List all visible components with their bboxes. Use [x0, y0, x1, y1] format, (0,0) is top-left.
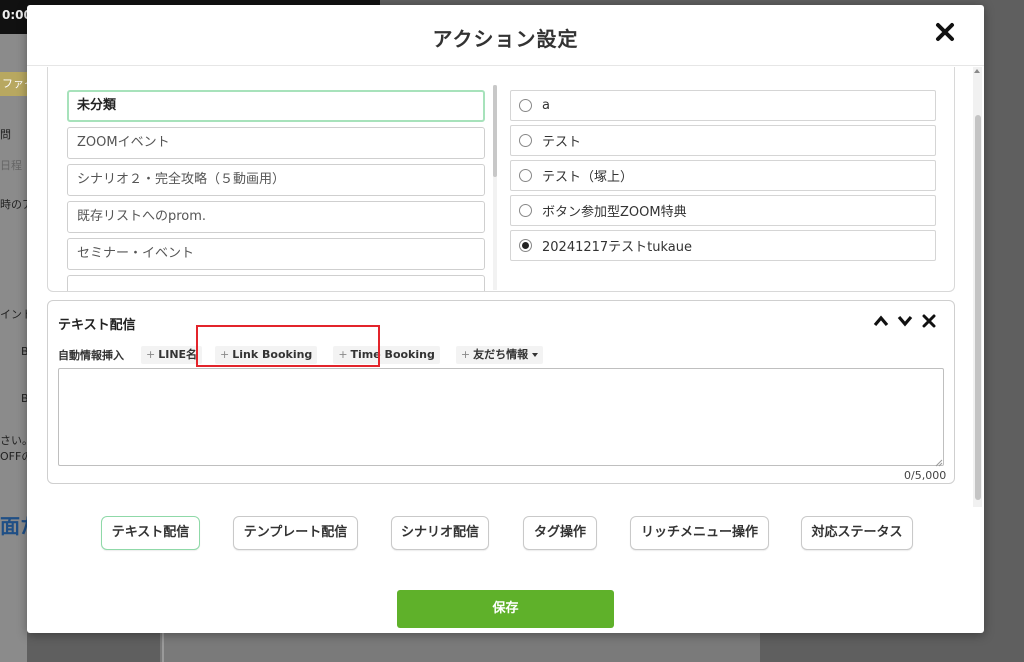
- tag-operation-button[interactable]: タグ操作: [523, 516, 597, 550]
- background-fragment: 問: [0, 128, 11, 141]
- action-type-buttons: テキスト配信 テンプレート配信 シナリオ配信 タグ操作 リッチメニュー操作 対応…: [27, 516, 984, 556]
- panel-controls: [872, 312, 938, 330]
- target-selector: 未分類 ZOOMイベント シナリオ２・完全攻略（５動画用） 既存リストへのpro…: [47, 67, 955, 292]
- chevron-up-icon[interactable]: [872, 312, 890, 330]
- radio-button[interactable]: [519, 134, 532, 147]
- scroll-up-arrow-icon[interactable]: [974, 69, 980, 73]
- background-fragment: 時のア: [0, 198, 27, 211]
- highlight-box: [196, 325, 380, 367]
- text-delivery-panel: テキスト配信 自動情報挿入 + LINE名 + Link Booking + Time…: [47, 300, 955, 484]
- category-item[interactable]: セミナー・イベント: [67, 238, 485, 270]
- close-icon[interactable]: [920, 312, 938, 330]
- category-item[interactable]: ZOOMイベント: [67, 127, 485, 159]
- plus-icon: +: [460, 348, 471, 361]
- background-fragment: 日程: [0, 159, 22, 172]
- scenario-option[interactable]: 20241217テストtukaue: [510, 230, 936, 261]
- category-item[interactable]: 未分類: [67, 90, 485, 122]
- header-divider: [27, 65, 984, 66]
- scenario-option-label: ボタン参加型ZOOM特典: [542, 205, 687, 220]
- insert-line-name-chip[interactable]: + LINE名: [141, 346, 203, 364]
- category-item[interactable]: シナリオ２・完全攻略（５動画用）: [67, 164, 485, 196]
- scenario-option-label: 20241217テストtukaue: [542, 240, 693, 255]
- chip-label: LINE名: [158, 348, 198, 361]
- background-fragment: 面た: [0, 514, 27, 538]
- background-fragment: ファイ: [0, 72, 27, 96]
- category-item[interactable]: [67, 275, 485, 291]
- save-button[interactable]: 保存: [397, 590, 614, 628]
- background-divider: [162, 632, 164, 662]
- text-delivery-button[interactable]: テキスト配信: [101, 516, 200, 550]
- scenario-option[interactable]: ボタン参加型ZOOM特典: [510, 195, 936, 226]
- category-scrollbar[interactable]: [493, 85, 497, 290]
- insert-friend-info-dropdown[interactable]: + 友だち情報: [455, 346, 544, 364]
- scenario-option[interactable]: a: [510, 90, 936, 121]
- scenario-option[interactable]: テスト: [510, 125, 936, 156]
- scenario-option[interactable]: テスト（塚上）: [510, 160, 936, 191]
- category-scrollbar-thumb[interactable]: [493, 85, 497, 177]
- caret-down-icon: [532, 353, 539, 357]
- modal-title: アクション設定: [432, 27, 579, 51]
- scenario-delivery-button[interactable]: シナリオ配信: [391, 516, 489, 550]
- character-counter: 0/5,000: [904, 469, 947, 482]
- background-fragment: OFFの: [0, 450, 27, 463]
- scenario-option-label: テスト: [542, 135, 582, 150]
- radio-button-selected[interactable]: [519, 239, 532, 252]
- background-sidebar: ファイ 問 日程 時のア イント B B さい。 OFFの 面た: [0, 34, 27, 662]
- action-settings-modal: アクション設定 未分類 ZOOMイベント シナリオ２・完全攻略（５動画用） 既存…: [27, 5, 984, 633]
- category-list: 未分類 ZOOMイベント シナリオ２・完全攻略（５動画用） 既存リストへのpro…: [67, 90, 487, 291]
- resize-grip-icon[interactable]: [935, 456, 943, 467]
- background-fragment: さい。: [0, 434, 27, 447]
- modal-scrollbar[interactable]: [973, 67, 982, 507]
- message-textarea[interactable]: [58, 368, 944, 466]
- background-fragment: イント: [0, 308, 27, 321]
- scenario-option-label: a: [542, 98, 550, 113]
- background-strip: [160, 632, 760, 662]
- scenario-option-label: テスト（塚上）: [542, 170, 634, 185]
- chevron-down-icon[interactable]: [896, 312, 914, 330]
- radio-button[interactable]: [519, 169, 532, 182]
- auto-insert-label: 自動情報挿入: [58, 349, 124, 362]
- scenario-option-list: a テスト テスト（塚上） ボタン参加型ZOOM特典 20241217テストtu…: [510, 90, 937, 265]
- modal-scrollbar-thumb[interactable]: [975, 115, 981, 500]
- chip-label: 友だち情報: [473, 348, 529, 361]
- status-button[interactable]: 対応ステータス: [801, 516, 913, 550]
- rich-menu-operation-button[interactable]: リッチメニュー操作: [630, 516, 769, 550]
- radio-button[interactable]: [519, 204, 532, 217]
- category-item[interactable]: 既存リストへのprom.: [67, 201, 485, 233]
- plus-icon: +: [146, 348, 156, 361]
- radio-button[interactable]: [519, 99, 532, 112]
- panel-title: テキスト配信: [58, 318, 136, 333]
- template-delivery-button[interactable]: テンプレート配信: [233, 516, 358, 550]
- close-icon[interactable]: [934, 21, 956, 43]
